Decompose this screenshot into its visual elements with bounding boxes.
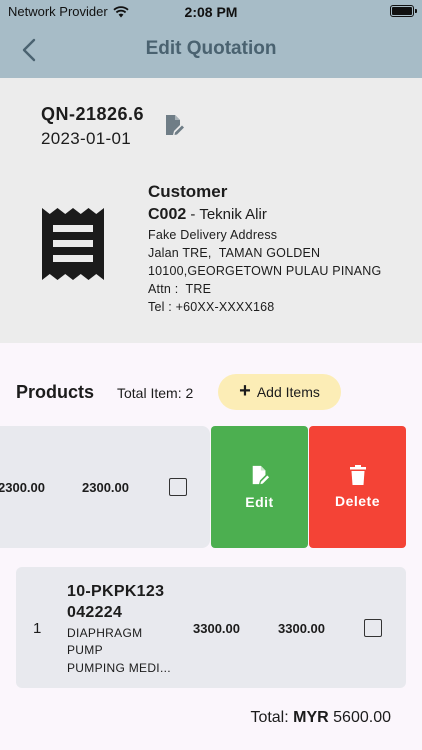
row-checkbox[interactable] bbox=[364, 619, 382, 637]
nav-bar: Network Provider 2:08 PM Edit Quotation bbox=[0, 0, 422, 78]
customer-code-row: C002 - Teknik Alir bbox=[148, 205, 381, 224]
description-line: PUMP bbox=[67, 643, 103, 658]
row-checkbox[interactable] bbox=[169, 478, 187, 496]
telephone-line: Tel : +60XX-XXXX168 bbox=[148, 299, 275, 314]
customer-separator: - bbox=[186, 206, 200, 224]
receipt-icon bbox=[42, 208, 104, 280]
product-code-line: 10-PKPK123 bbox=[67, 583, 165, 600]
amount: 2300.00 bbox=[82, 480, 129, 495]
attention-line: Attn : TRE bbox=[148, 281, 212, 296]
edit-label: Edit bbox=[245, 494, 274, 510]
customer-name: Teknik Alir bbox=[199, 206, 267, 224]
total-item-count: Total Item: 2 bbox=[117, 385, 194, 401]
delete-row-button[interactable]: Delete bbox=[309, 426, 406, 548]
description-line: DIAPHRAGM bbox=[67, 626, 143, 640]
address-line: 10100,GEORGETOWN PULAU PINANG bbox=[148, 263, 382, 278]
total-label: Total: bbox=[250, 709, 289, 726]
address-line: Fake Delivery Address bbox=[148, 227, 278, 242]
edit-document-icon bbox=[252, 465, 269, 485]
add-items-label: Add Items bbox=[256, 384, 320, 400]
address-line: Jalan TRE, TAMAN GOLDEN bbox=[148, 245, 321, 260]
total-value: 5600.00 bbox=[333, 709, 391, 726]
row-index: 1 bbox=[33, 620, 42, 637]
delete-label: Delete bbox=[334, 493, 381, 509]
plus-icon: + bbox=[239, 380, 251, 402]
product-row[interactable]: 1 10-PKPK123 042224 DIAPHRAGM PUMP PUMPI… bbox=[16, 567, 406, 688]
customer-info: Customer C002 - Teknik Alir Fake Deliver… bbox=[148, 182, 381, 315]
clock: 2:08 PM bbox=[184, 4, 238, 20]
page-title: Edit Quotation bbox=[145, 38, 277, 59]
product-code-line: 042224 bbox=[67, 603, 123, 621]
product-code: 10-PKPK123 042224 bbox=[67, 582, 164, 624]
add-items-button[interactable]: + Add Items bbox=[218, 374, 341, 410]
unit-price: 3300.00 bbox=[193, 621, 240, 636]
products-title: Products bbox=[16, 382, 95, 402]
product-description: DIAPHRAGM PUMP PUMPING MEDI... bbox=[67, 625, 171, 677]
quotation-number: QN-21826.6 bbox=[41, 104, 145, 124]
customer-code: C002 bbox=[148, 206, 187, 224]
quotation-header: QN-21826.6 2023-01-01 Customer C002 - Te… bbox=[0, 78, 422, 343]
product-row[interactable]: 2300.00 2300.00 bbox=[0, 426, 210, 548]
amount: 3300.00 bbox=[278, 621, 325, 636]
status-bar: Network Provider 2:08 PM bbox=[0, 2, 422, 22]
customer-heading: Customer bbox=[148, 182, 228, 201]
grand-total: Total: MYR 5600.00 bbox=[250, 709, 391, 727]
total-currency: MYR bbox=[293, 709, 329, 726]
description-line: PUMPING MEDI... bbox=[67, 660, 171, 675]
edit-row-button[interactable]: Edit bbox=[211, 426, 308, 548]
unit-price: 2300.00 bbox=[0, 480, 45, 495]
trash-icon bbox=[349, 465, 366, 485]
battery-icon bbox=[390, 5, 417, 17]
edit-document-icon[interactable] bbox=[163, 114, 185, 136]
quotation-date: 2023-01-01 bbox=[41, 129, 131, 148]
